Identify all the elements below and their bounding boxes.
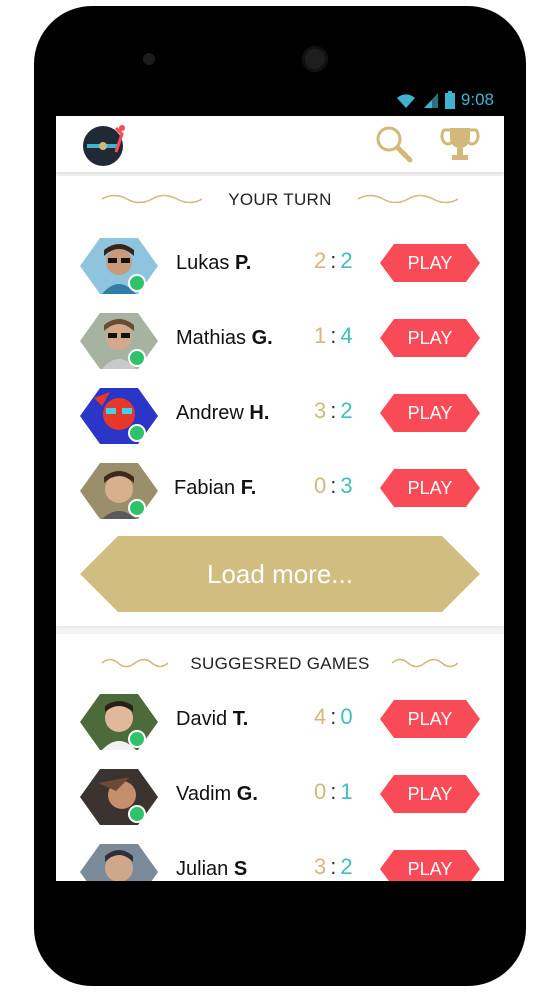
play-button[interactable]: PLAY bbox=[380, 775, 480, 813]
online-indicator bbox=[128, 730, 146, 748]
player-name: Mathias G. bbox=[176, 327, 273, 349]
load-more-button[interactable]: Load more... bbox=[80, 536, 480, 612]
avatar bbox=[80, 694, 158, 750]
your-turn-card: YOUR TURN Lukas P. 2:2 PLAY Mathias G. 1… bbox=[56, 176, 504, 626]
record-player-icon[interactable] bbox=[82, 122, 128, 173]
player-row[interactable]: Fabian F. 0:3 PLAY bbox=[56, 459, 504, 523]
section-header: SUGGESRED GAMES bbox=[56, 648, 504, 678]
section-header: YOUR TURN bbox=[56, 184, 504, 214]
player-name: Vadim G. bbox=[176, 783, 258, 805]
signal-icon bbox=[423, 93, 438, 108]
score: 0:1 bbox=[314, 779, 353, 804]
score: 1:4 bbox=[314, 323, 353, 348]
speaker bbox=[302, 46, 328, 72]
score: 0:3 bbox=[314, 473, 353, 498]
avatar bbox=[80, 769, 158, 825]
player-name: Lukas P. bbox=[176, 252, 252, 274]
play-button[interactable]: PLAY bbox=[380, 394, 480, 432]
player-row[interactable]: Julian S 3:2 PLAY bbox=[56, 840, 504, 881]
player-name: Andrew H. bbox=[176, 402, 270, 424]
play-button[interactable]: PLAY bbox=[380, 319, 480, 357]
score: 3:2 bbox=[314, 398, 353, 423]
player-row[interactable]: David T. 4:0 PLAY bbox=[56, 690, 504, 754]
status-time: 9:08 bbox=[460, 90, 494, 109]
player-name: Julian S bbox=[176, 858, 248, 880]
player-row[interactable]: Mathias G. 1:4 PLAY bbox=[56, 309, 504, 373]
player-row[interactable]: Vadim G. 0:1 PLAY bbox=[56, 765, 504, 829]
avatar bbox=[80, 463, 158, 519]
battery-icon bbox=[444, 91, 455, 109]
wifi-icon bbox=[396, 94, 415, 108]
online-indicator bbox=[128, 274, 146, 292]
wave-divider-right bbox=[358, 194, 458, 204]
camera bbox=[143, 53, 155, 65]
play-button[interactable]: PLAY bbox=[380, 850, 480, 881]
avatar bbox=[80, 844, 158, 881]
score: 3:2 bbox=[314, 854, 353, 879]
player-name: Fabian F. bbox=[174, 477, 257, 499]
wave-divider-right bbox=[392, 658, 458, 668]
search-icon bbox=[376, 126, 413, 163]
play-button[interactable]: PLAY bbox=[380, 469, 480, 507]
avatar bbox=[80, 313, 158, 369]
online-indicator bbox=[128, 805, 146, 823]
trophy-icon bbox=[440, 128, 480, 160]
online-indicator bbox=[128, 424, 146, 442]
trophy-button[interactable] bbox=[440, 124, 480, 169]
avatar bbox=[80, 238, 158, 294]
search-button[interactable] bbox=[374, 124, 414, 169]
avatar bbox=[80, 388, 158, 444]
online-indicator bbox=[128, 349, 146, 367]
play-button[interactable]: PLAY bbox=[380, 244, 480, 282]
status-bar: 9:08 bbox=[56, 86, 504, 116]
app-bar bbox=[56, 116, 504, 172]
online-indicator bbox=[128, 499, 146, 517]
suggested-games-card: SUGGESRED GAMES David T. 4:0 PLAY Vadim … bbox=[56, 634, 504, 881]
score: 2:2 bbox=[314, 248, 353, 273]
player-row[interactable]: Lukas P. 2:2 PLAY bbox=[56, 234, 504, 298]
play-button[interactable]: PLAY bbox=[380, 700, 480, 738]
screen: 9:08 YOUR TURN Lukas P. 2: 2 PLAY Mathi… bbox=[56, 86, 504, 881]
score: 4:0 bbox=[314, 704, 353, 729]
player-row[interactable]: Andrew H. 3:2 PLAY bbox=[56, 384, 504, 448]
player-name: David T. bbox=[176, 708, 249, 730]
